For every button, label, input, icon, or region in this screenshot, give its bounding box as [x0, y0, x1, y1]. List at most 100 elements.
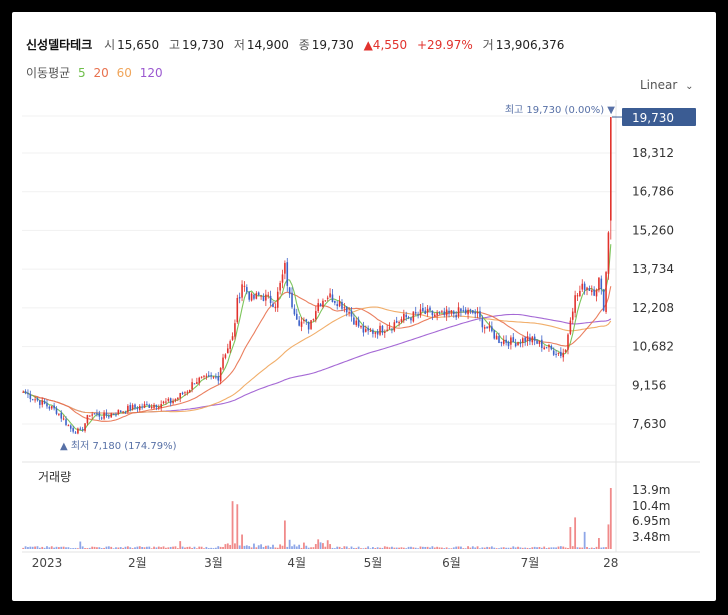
candle-body	[338, 300, 341, 307]
candle-body	[521, 338, 524, 343]
candle-body	[89, 415, 91, 417]
volume-bar	[559, 546, 562, 549]
volume-bar	[241, 534, 243, 549]
volume-bar	[217, 546, 220, 549]
volume-bar	[493, 547, 496, 549]
candle-body	[319, 303, 322, 306]
volume-bar	[517, 546, 519, 549]
candle-body	[29, 394, 32, 400]
volume-bar	[145, 546, 148, 549]
volume-bar	[564, 547, 567, 549]
volume-bar	[53, 547, 56, 549]
volume-bar	[410, 546, 412, 549]
candle-body	[538, 340, 541, 344]
volume-bar	[343, 546, 346, 549]
candle-body	[500, 341, 503, 344]
volume-bar	[27, 547, 29, 549]
candle-body	[129, 405, 132, 411]
candle-body	[419, 309, 422, 316]
volume-bar	[317, 539, 320, 549]
volume-bar	[372, 547, 374, 549]
x-tick-label: 3월	[204, 556, 223, 570]
volume-bar	[526, 547, 529, 549]
volume-bar	[431, 546, 434, 549]
volume-bar	[598, 538, 600, 549]
volume-bar	[34, 546, 36, 549]
candle-body	[24, 391, 27, 394]
candle-body	[469, 309, 472, 311]
candle-body	[217, 376, 220, 381]
candle-body	[224, 354, 227, 358]
current-price-label: 19,730	[632, 111, 674, 125]
y-tick-label: 9,156	[632, 378, 666, 392]
candle-body	[579, 290, 581, 296]
volume-bar	[600, 547, 603, 549]
candle-body	[155, 404, 158, 408]
volume-bar	[555, 547, 557, 549]
x-tick-label: 28	[603, 556, 618, 570]
volume-bar	[545, 548, 548, 549]
volume-bar	[103, 547, 105, 549]
volume-bar	[381, 547, 384, 549]
candle-body	[593, 289, 595, 296]
candle-body	[550, 345, 553, 350]
volume-bar	[67, 547, 70, 549]
volume-bar	[176, 548, 179, 549]
volume-bar	[312, 547, 315, 549]
candle-body	[505, 339, 507, 343]
volume-bar	[300, 547, 303, 549]
candle-body	[510, 337, 512, 345]
volume-bar	[291, 546, 293, 549]
volume-bar	[203, 548, 205, 549]
volume-bar	[65, 547, 67, 549]
y-tick-label: 15,260	[632, 223, 674, 237]
volume-bar	[281, 545, 284, 549]
candle-body	[255, 293, 258, 299]
candle-body	[293, 308, 296, 315]
volume-bar	[303, 542, 305, 549]
candle-body	[524, 337, 526, 342]
candle-body	[257, 292, 260, 296]
candle-body	[491, 326, 493, 332]
candle-body	[186, 391, 189, 393]
candle-body	[210, 375, 212, 377]
price-chart[interactable]: 7,630 9,156 10,682 12,208 13,734 15,260 16,786…	[0, 0, 728, 615]
volume-bar	[576, 547, 579, 549]
candle-body	[196, 382, 198, 384]
x-tick-label: 5월	[364, 556, 383, 570]
candle-body	[379, 325, 381, 335]
candle-body	[169, 398, 172, 404]
candle-body	[507, 341, 510, 347]
candle-body	[529, 337, 531, 342]
volume-bar	[502, 547, 505, 549]
volume-bar	[288, 539, 291, 549]
volume-bar	[581, 547, 584, 549]
x-tick-label: 6월	[442, 556, 461, 570]
candle-body	[193, 383, 196, 385]
candle-body	[307, 322, 310, 330]
volume-bar	[412, 547, 415, 549]
volume-bar	[193, 546, 196, 549]
candle-body	[403, 313, 405, 321]
volume-bar	[533, 546, 536, 549]
volume-bar	[433, 547, 436, 549]
volume-bar	[514, 547, 517, 549]
volume-bar	[198, 546, 201, 549]
volume-bar	[550, 547, 553, 549]
candle-body	[438, 311, 441, 313]
volume-bar	[407, 546, 410, 549]
candle-body	[552, 350, 555, 355]
candle-body	[455, 315, 457, 318]
volume-bar	[414, 547, 417, 549]
volume-bar	[455, 546, 458, 549]
candle-body	[262, 296, 265, 301]
volume-bar	[60, 546, 63, 549]
candle-body	[514, 343, 517, 347]
candle-body	[146, 404, 148, 406]
candle-body	[381, 325, 384, 333]
volume-bar	[272, 544, 274, 549]
candle-body	[488, 325, 491, 329]
volume-bar	[552, 547, 555, 549]
volume-bar	[86, 548, 89, 549]
volume-title: 거래량	[38, 470, 72, 484]
